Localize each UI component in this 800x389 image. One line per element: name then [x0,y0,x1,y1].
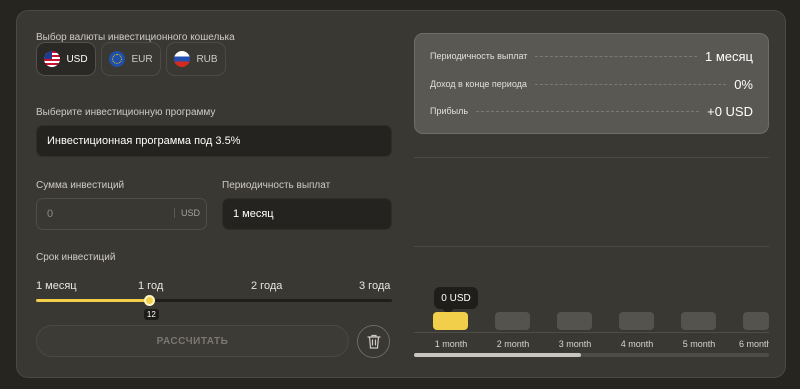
summary-key: Прибыль [430,106,469,116]
currency-usd-button[interactable]: USD [36,42,96,76]
divider [414,246,769,247]
summary-row-payout: Периодичность выплат 1 месяц [430,47,753,65]
divider [414,157,769,158]
ru-flag-icon [174,51,191,67]
trash-icon [366,334,381,349]
program-select[interactable]: Инвестиционная программа под 3.5% [36,125,392,157]
program-label: Выберите инвестиционную программу [36,107,216,118]
month-label: 5 month [682,339,716,349]
amount-input[interactable]: 0 USD [36,198,207,230]
month-bar[interactable] [495,312,530,330]
term-tick-3y[interactable]: 3 года [359,280,390,292]
month-bar[interactable] [619,312,654,330]
timeline-scrollbar-thumb[interactable] [414,353,581,357]
summary-key: Периодичность выплат [430,51,528,61]
term-tick-1m[interactable]: 1 месяц [36,280,77,292]
summary-key: Доход в конце периода [430,79,527,89]
amount-suffix: USD [173,208,200,218]
month-bar[interactable] [557,312,592,330]
timeline-scrollbar[interactable] [414,353,769,357]
month-label: 2 month [496,339,530,349]
term-slider-track[interactable] [36,299,392,302]
term-slider-value: 12 [143,309,159,320]
month-label: 1 month [434,339,468,349]
term-label: Срок инвестиций [36,252,116,263]
summary-row-profit: Прибыль +0 USD [430,102,753,120]
currency-eur-label: EUR [131,53,153,65]
month-bar[interactable] [681,312,716,330]
summary-value: 1 месяц [705,48,753,64]
summary-card: Периодичность выплат 1 месяц Доход в кон… [414,33,769,134]
bar-tooltip: 0 USD [434,287,478,309]
summary-value: +0 USD [707,103,753,119]
payout-select[interactable]: 1 месяц [222,198,392,230]
currency-eur-button[interactable]: EUR [101,42,161,76]
month-label: 3 month [558,339,592,349]
us-flag-icon [44,51,61,67]
program-value: Инвестиционная программа под 3.5% [47,135,241,147]
amount-placeholder: 0 [47,208,54,220]
calculate-button[interactable]: РАССЧИТАТЬ [36,325,349,357]
currency-rub-button[interactable]: RUB [166,42,226,76]
month-bar[interactable] [743,312,769,330]
amount-label: Сумма инвестиций [36,180,125,191]
summary-value: 0% [734,76,753,92]
eu-flag-icon [109,51,126,67]
payout-value: 1 месяц [233,208,274,220]
term-slider-fill [36,299,150,302]
currency-rub-label: RUB [196,53,218,65]
currency-usd-label: USD [66,53,88,65]
reset-button[interactable] [357,325,390,358]
payout-label: Периодичность выплат [222,180,331,191]
bars-baseline [414,332,769,333]
term-tick-1y[interactable]: 1 год [138,280,163,292]
month-bar[interactable] [433,312,468,330]
month-label: 6 month [739,339,769,349]
month-label: 4 month [620,339,654,349]
summary-row-income: Доход в конце периода 0% [430,75,753,93]
term-tick-2y[interactable]: 2 года [251,280,282,292]
